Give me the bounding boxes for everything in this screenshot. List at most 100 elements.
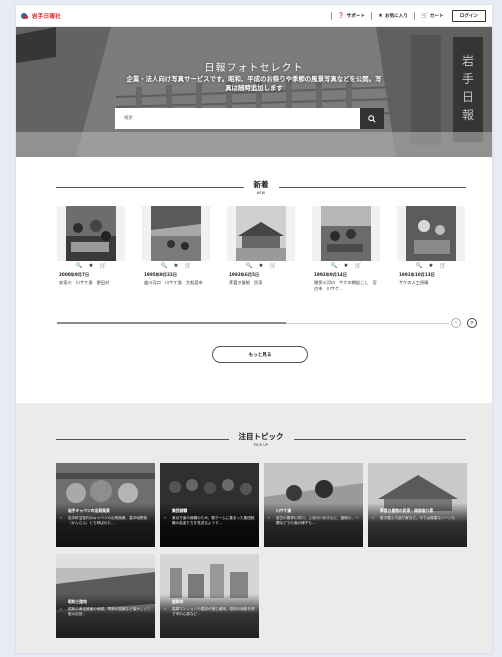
cart-icon[interactable]: 🛒: [354, 263, 361, 269]
topic-title: 岩手キャベツの出荷風景: [68, 508, 110, 513]
card-action-icons: 🔍 ★ 🛒: [312, 263, 380, 269]
zoom-icon[interactable]: 🔍: [331, 263, 338, 269]
photo-card[interactable]: 🔍 ★ 🛒 2000年9月7日 安家川 川サケ漁 野田村: [57, 206, 125, 296]
heading-rule: [278, 186, 466, 188]
photo-date: 1995年9月22日: [144, 272, 177, 277]
heading-title-block: 新着 NEW: [244, 179, 279, 195]
page-frame: 岩手日報社 ❓ サポート ★ お気に入り 🛒 カート ログイン 岩 手 日 報 …: [16, 5, 492, 653]
zoom-icon[interactable]: 🔍: [246, 263, 253, 269]
topic-card[interactable]: 昭和三陸地 › 昭和の津波被害の地域、季節の風景など懐かしい三陸の自然…: [56, 554, 155, 638]
hero-banner: 岩 手 日 報 日報フォトセレクト 企業・法人向け写真サービスです。昭和、平成の…: [16, 27, 492, 157]
carousel-prev-button[interactable]: <: [451, 318, 461, 328]
photo-thumbnail[interactable]: [57, 206, 125, 261]
zoom-icon[interactable]: 🔍: [76, 263, 83, 269]
chevron-right-icon: >: [469, 320, 475, 326]
cart-icon: 🛒: [420, 12, 428, 19]
star-icon[interactable]: ★: [174, 263, 179, 269]
pickup-section-heading: 注目トピック PICK UP: [56, 431, 466, 447]
more-button[interactable]: もっと見る: [212, 346, 308, 363]
topic-card[interactable]: 岩手キャベツの出荷風景 › 岩手町沼宮内のキャベツの出荷風景。高冷地野菜（かんら…: [56, 463, 155, 547]
net-fishing-photo: [321, 206, 371, 261]
card-action-icons: 🔍 ★ 🛒: [397, 263, 465, 269]
heading-rule: [56, 438, 229, 440]
topic-description: 宮古の閉伊川河口、上流の川を中心に、盛岡川、一関などでの漁の様子も…: [276, 516, 359, 526]
chevron-left-icon: <: [453, 320, 459, 326]
heading-title-block: 注目トピック PICK UP: [229, 431, 294, 447]
topic-description: 葺き替えや曲り家など、今では貴重なシーンも: [380, 516, 456, 520]
nav-favorites-label: お気に入り: [384, 13, 408, 19]
site-logo[interactable]: 岩手日報社: [21, 12, 61, 20]
topic-description: 岩手町沼宮内のキャベツの出荷風景。高冷地野菜（かんらん）とも呼ばれた…: [68, 516, 148, 526]
nav-cart-label: カート: [429, 13, 444, 19]
heading-rule: [56, 186, 244, 188]
chevron-right-icon: ›: [164, 607, 166, 612]
search-button[interactable]: [360, 108, 384, 129]
photo-date: 1991年10月13日: [399, 272, 435, 277]
photo-card[interactable]: 🔍 ★ 🛒 1991年10月13日 サケの人工授精: [397, 206, 465, 296]
topic-description: 昭和の津波被害の地域、季節の風景など懐かしい三陸の自然…: [68, 607, 151, 617]
cart-icon[interactable]: 🛒: [99, 263, 106, 269]
topic-card[interactable]: 川サケ漁 › 宮古の閉伊川河口、上流の川を中心に、盛岡川、一関などでの漁の様子も…: [264, 463, 363, 547]
photo-caption: 茅葺き屋根 民家: [229, 280, 263, 285]
photo-date: 1993年6月5日: [229, 272, 260, 277]
salmon-fishing-photo: [66, 206, 116, 261]
site-header: 岩手日報社 ❓ サポート ★ お気に入り 🛒 カート ログイン: [16, 5, 492, 27]
carousel-scrollbar[interactable]: [57, 322, 449, 324]
star-icon[interactable]: ★: [89, 263, 94, 269]
carousel-scroll-thumb[interactable]: [57, 322, 286, 324]
nav-divider: [330, 11, 332, 20]
topic-card[interactable]: 盛岡市 › 高層マンションや建設が進む盛岡。昭和の面影を残す市中心部など…: [160, 554, 259, 638]
topic-description: 東京方面の就職のため、駅ホームに集まった集団就職の若者たちを見送るようす…: [172, 516, 255, 526]
photo-card[interactable]: 🔍 ★ 🛒 1992年9月14日 閉伊川河口 サケの網起こし 宮古市 川サケ…: [312, 206, 380, 296]
topic-card[interactable]: 集団就職 › 東京方面の就職のため、駅ホームに集まった集団就職の若者たちを見送る…: [160, 463, 259, 547]
star-icon[interactable]: ★: [429, 263, 434, 269]
topic-card[interactable]: 茅葺き屋根の民家・南部曲り家 › 葺き替えや曲り家など、今では貴重なシーンも: [368, 463, 467, 547]
photo-thumbnail[interactable]: [397, 206, 465, 261]
photo-date: 1992年9月14日: [314, 272, 347, 277]
nav-support-link[interactable]: ❓ サポート: [338, 13, 365, 19]
star-icon[interactable]: ★: [259, 263, 264, 269]
star-icon[interactable]: ★: [344, 263, 349, 269]
carousel-next-button[interactable]: >: [467, 318, 477, 328]
zoom-icon[interactable]: 🔍: [416, 263, 423, 269]
nav-favorites-link[interactable]: ★ お気に入り: [378, 13, 408, 19]
photo-caption: サケの人工授精: [399, 280, 429, 285]
photo-date: 2000年9月7日: [59, 272, 90, 277]
photo-thumbnail[interactable]: [142, 206, 210, 261]
chevron-right-icon: ›: [268, 516, 270, 521]
cart-icon[interactable]: 🛒: [439, 263, 446, 269]
chevron-right-icon: ›: [60, 607, 62, 612]
pickup-section: 注目トピック PICK UP 岩手キャベツの出荷風景 › 岩手町沼宮内のキャベツ…: [16, 403, 492, 653]
new-section-title-en: NEW: [256, 191, 266, 195]
photo-thumbnail[interactable]: [227, 206, 295, 261]
cart-icon[interactable]: 🛒: [184, 263, 191, 269]
logo-text: 岩手日報社: [32, 13, 62, 20]
card-action-icons: 🔍 ★ 🛒: [142, 263, 210, 269]
thatched-house-photo: [236, 206, 286, 261]
card-action-icons: 🔍 ★ 🛒: [57, 263, 125, 269]
photo-caption: 閉伊川河口 サケの網起こし 宮古市 川サケ…: [314, 280, 377, 291]
nav-support-label: サポート: [346, 13, 366, 19]
login-button[interactable]: ログイン: [451, 9, 486, 22]
new-section-title: 新着: [253, 180, 269, 189]
header-nav: ❓ サポート ★ お気に入り 🛒 カート ログイン: [325, 9, 492, 22]
star-icon: ★: [378, 12, 383, 19]
chevron-right-icon: ›: [372, 516, 374, 521]
search-input[interactable]: [115, 108, 360, 129]
photo-card[interactable]: 🔍 ★ 🛒 1993年6月5日 茅葺き屋根 民家: [227, 206, 295, 296]
river-photo: [151, 206, 201, 261]
topic-title: 茅葺き屋根の民家・南部曲り家: [380, 508, 434, 513]
heading-rule: [293, 438, 466, 440]
cart-icon[interactable]: 🛒: [269, 263, 276, 269]
artificial-fertilization-photo: [406, 206, 456, 261]
nav-divider: [371, 11, 373, 20]
photo-card[interactable]: 🔍 ★ 🛒 1995年9月22日 盛川河口 川サケ漁 大船渡市: [142, 206, 210, 296]
hero-title: 日報フォトセレクト: [204, 63, 304, 74]
topic-title: 盛岡市: [172, 599, 184, 604]
new-section-heading: 新着 NEW: [56, 179, 466, 195]
zoom-icon[interactable]: 🔍: [161, 263, 168, 269]
card-action-icons: 🔍 ★ 🛒: [227, 263, 295, 269]
photo-thumbnail[interactable]: [312, 206, 380, 261]
nav-cart-link[interactable]: 🛒 カート: [421, 13, 444, 19]
photo-caption: 安家川 川サケ漁 野田村: [59, 280, 110, 285]
